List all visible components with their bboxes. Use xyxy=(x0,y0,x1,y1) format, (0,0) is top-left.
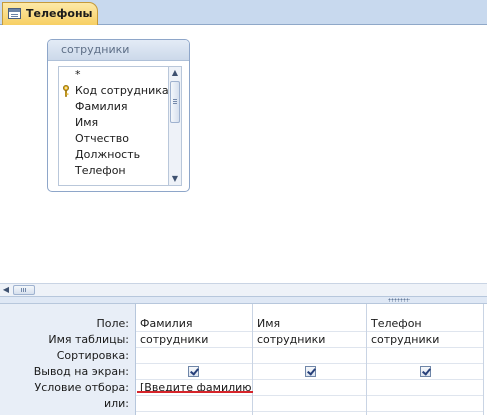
tab-label: Телефоны xyxy=(26,7,93,20)
field-list: * Код сотрудника Фамилия Имя Отчество До… xyxy=(58,66,169,186)
grid-cell-or[interactable] xyxy=(253,396,366,412)
query-design-grid: Поле: Имя таблицы: Сортировка: Вывод на … xyxy=(0,304,487,415)
column-selector[interactable] xyxy=(136,304,252,314)
show-checkbox[interactable] xyxy=(188,366,199,377)
column-selector[interactable] xyxy=(253,304,366,314)
pane-splitter[interactable] xyxy=(0,296,487,304)
grid-cell-field[interactable]: Имя xyxy=(253,316,366,332)
scroll-thumb[interactable] xyxy=(170,81,180,123)
grid-column-familiya: Фамилия сотрудники [Введите фамилию] xyxy=(136,304,253,415)
query-icon xyxy=(8,8,21,19)
criteria-highlight-underline xyxy=(137,391,253,393)
field-item-imya[interactable]: Имя xyxy=(59,115,168,131)
row-label-criteria: Условие отбора: xyxy=(34,381,130,394)
field-item-dolzhnost[interactable]: Должность xyxy=(59,147,168,163)
grid-cell-field[interactable]: Фамилия xyxy=(136,316,252,332)
grid-cell-or[interactable] xyxy=(136,396,252,412)
table-field-list-sotrudniki[interactable]: сотрудники * Код сотрудника Фамилия Имя xyxy=(47,39,190,192)
row-label-sort: Сортировка: xyxy=(56,349,129,362)
grid-cell-criteria[interactable] xyxy=(253,380,366,396)
field-item-otchestvo[interactable]: Отчество xyxy=(59,131,168,147)
scroll-up-arrow-icon[interactable]: ▲ xyxy=(169,67,181,79)
document-tab-strip: Телефоны xyxy=(0,0,487,25)
scroll-down-arrow-icon[interactable]: ▼ xyxy=(169,173,181,185)
field-list-scrollbar[interactable]: ▲ ▼ xyxy=(169,66,182,186)
row-label-show: Вывод на экран: xyxy=(33,365,129,378)
grid-row-headers: Поле: Имя таблицы: Сортировка: Вывод на … xyxy=(0,304,136,415)
show-checkbox[interactable] xyxy=(305,366,316,377)
grid-cell-table[interactable]: сотрудники xyxy=(136,332,252,348)
field-name: * xyxy=(75,68,81,81)
row-label-table: Имя таблицы: xyxy=(48,333,129,346)
grid-cell-sort[interactable] xyxy=(367,348,483,364)
row-label-field: Поле: xyxy=(96,317,129,330)
upper-pane-horizontal-scrollbar[interactable]: ◀ xyxy=(0,283,487,296)
primary-key-icon xyxy=(63,85,69,97)
grid-cell-sort[interactable] xyxy=(253,348,366,364)
table-title-bar[interactable]: сотрудники xyxy=(48,40,189,61)
table-title: сотрудники xyxy=(61,43,130,56)
grid-cell-show xyxy=(367,364,483,380)
grid-cell-criteria[interactable]: [Введите фамилию] xyxy=(136,380,252,396)
field-name: Отчество xyxy=(75,132,130,145)
field-item-all[interactable]: * xyxy=(59,67,168,83)
grid-cell-or[interactable] xyxy=(367,396,483,412)
show-checkbox[interactable] xyxy=(420,366,431,377)
column-selector[interactable] xyxy=(367,304,483,314)
field-name: Телефон xyxy=(75,164,126,177)
field-item-telefon[interactable]: Телефон xyxy=(59,163,168,179)
row-label-or: или: xyxy=(103,397,129,410)
horizontal-scroll-thumb[interactable] xyxy=(13,285,35,295)
grid-cell-sort[interactable] xyxy=(136,348,252,364)
tab-telefony[interactable]: Телефоны xyxy=(2,2,98,25)
grid-cell-table[interactable]: сотрудники xyxy=(367,332,483,348)
grid-cell-field[interactable]: Телефон xyxy=(367,316,483,332)
field-name: Фамилия xyxy=(75,100,128,113)
grid-column-imya: Имя сотрудники xyxy=(253,304,367,415)
splitter-grip-icon[interactable] xyxy=(388,298,410,302)
scroll-left-arrow-icon[interactable]: ◀ xyxy=(0,284,12,296)
grid-cell-show xyxy=(136,364,252,380)
field-name: Должность xyxy=(75,148,141,161)
query-design-upper-pane: сотрудники * Код сотрудника Фамилия Имя xyxy=(0,25,487,283)
field-name: Код сотрудника xyxy=(75,84,169,97)
grid-cell-show xyxy=(253,364,366,380)
grid-cell-criteria[interactable] xyxy=(367,380,483,396)
grid-cell-table[interactable]: сотрудники xyxy=(253,332,366,348)
field-name: Имя xyxy=(75,116,99,129)
field-item-familiya[interactable]: Фамилия xyxy=(59,99,168,115)
grid-column-telefon: Телефон сотрудники xyxy=(367,304,484,415)
field-item-kod-sotrudnika[interactable]: Код сотрудника xyxy=(59,83,169,99)
